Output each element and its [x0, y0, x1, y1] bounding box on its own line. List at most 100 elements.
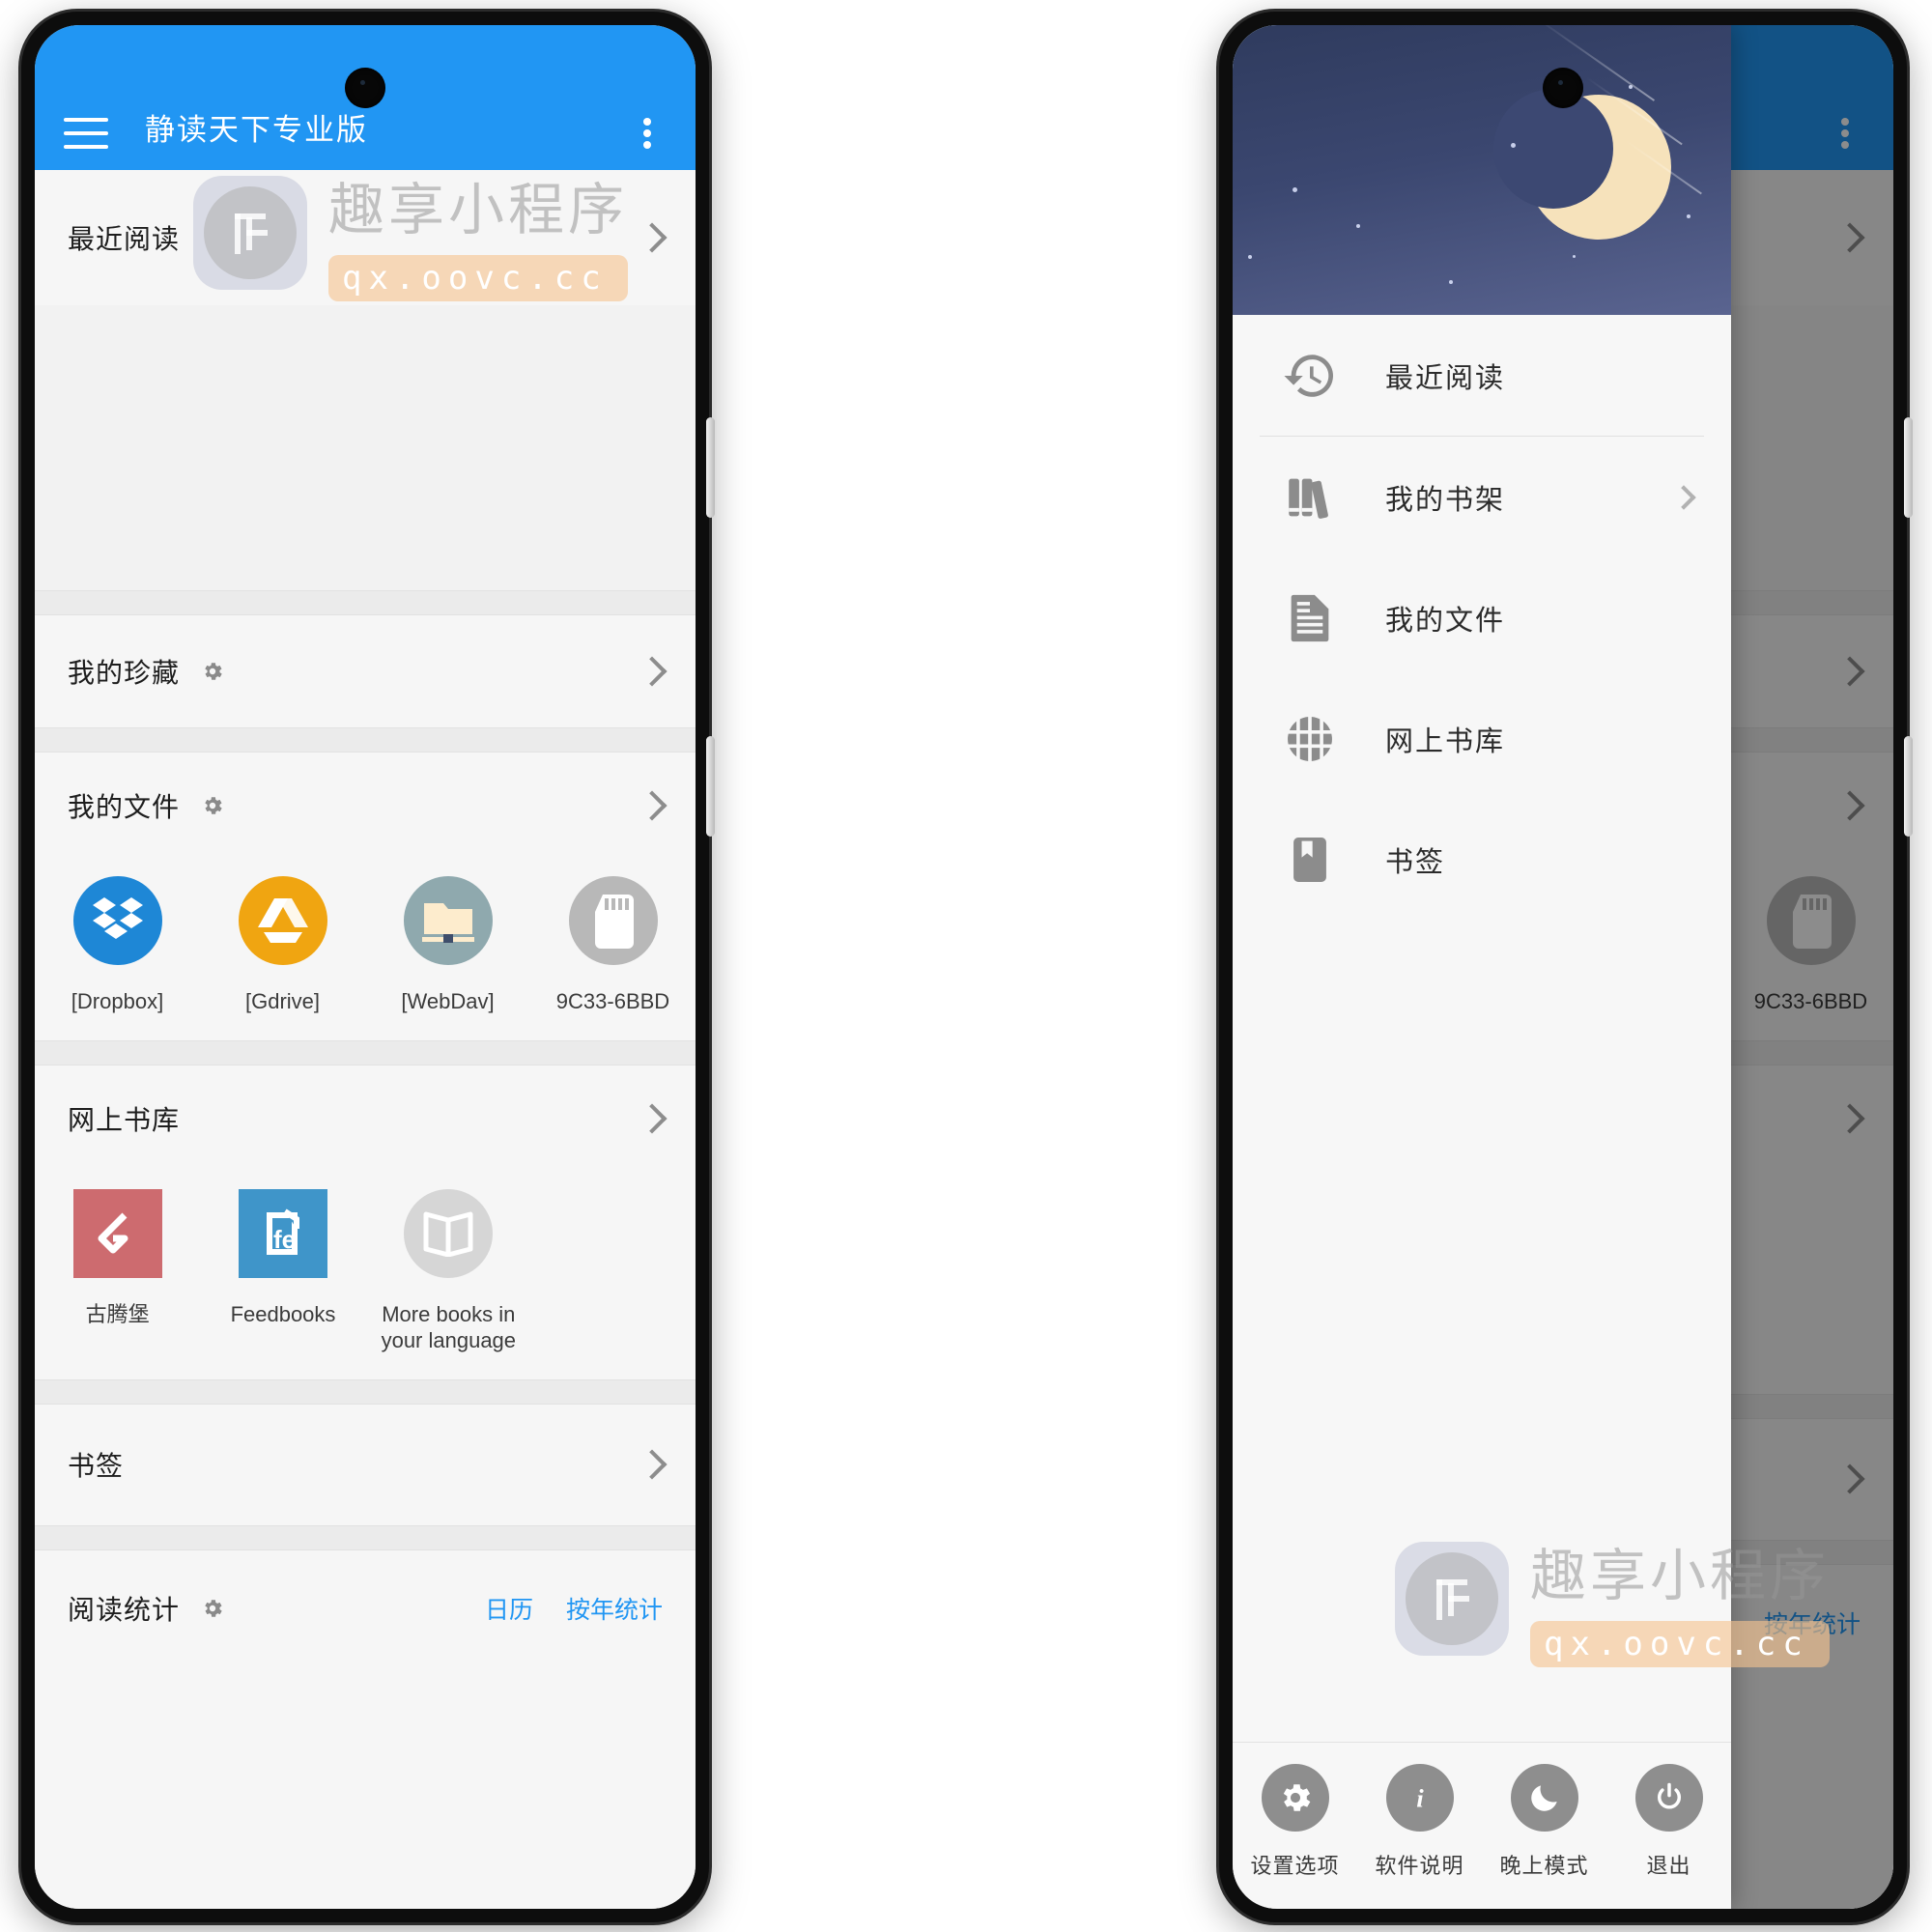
menu-icon[interactable]	[64, 118, 108, 149]
sdcard-icon	[568, 876, 658, 965]
moon-illustration	[1493, 89, 1671, 240]
section-divider	[35, 590, 696, 615]
section-title: 我的文件	[68, 792, 181, 822]
chevron-right-icon	[637, 790, 668, 821]
drawer-spacer	[1233, 920, 1731, 1742]
drawer-item-label: 最近阅读	[1385, 362, 1506, 394]
tile-label: 古腾堡	[85, 1301, 150, 1326]
front-camera	[1543, 68, 1583, 108]
page-title: 静读天下专业版	[145, 113, 368, 147]
chevron-right-icon	[637, 656, 668, 687]
main-content: 最近阅读 我的珍藏 我的文件	[35, 170, 696, 1909]
library-tile[interactable]: More books in your language	[366, 1188, 531, 1354]
phone-left-screen: 静读天下专业版 最近阅读 我的珍藏 我的文件 [Dropbox] [Gdrive…	[35, 25, 696, 1909]
section-title: 网上书库	[68, 1104, 181, 1135]
feedbooks-icon: fe	[238, 1188, 327, 1278]
drawer-item-recent-reading[interactable]: 最近阅读	[1233, 315, 1731, 436]
section-bookmarks[interactable]: 书签	[35, 1404, 696, 1525]
drawer-item-label: 我的文件	[1385, 605, 1506, 637]
gear-icon	[1261, 1764, 1329, 1832]
section-divider	[35, 1378, 696, 1405]
section-my-collection[interactable]: 我的珍藏	[35, 615, 696, 727]
drawer-item-label: 我的书架	[1385, 484, 1506, 516]
volume-up-button[interactable]	[706, 417, 715, 518]
globe-icon	[1279, 708, 1341, 770]
tile-label: [Dropbox]	[71, 989, 164, 1013]
drawer-bottom-toolbar: 设置选项 i 软件说明 晚上模式 退出	[1233, 1742, 1731, 1909]
overflow-menu-icon[interactable]	[628, 118, 667, 149]
power-icon	[1634, 1764, 1703, 1832]
moon-icon	[1510, 1764, 1578, 1832]
volume-up-button[interactable]	[1904, 417, 1913, 518]
power-side-button[interactable]	[706, 736, 715, 837]
chevron-right-icon	[637, 1102, 668, 1134]
tile-label: 9C33-6BBD	[555, 989, 670, 1013]
drawer-button-night-mode[interactable]: 晚上模式	[1482, 1764, 1606, 1880]
info-icon: i	[1385, 1764, 1454, 1832]
library-tile[interactable]: fe Feedbooks	[200, 1188, 365, 1354]
tile-label: [WebDav]	[401, 989, 495, 1013]
drawer-item-label: 书签	[1385, 846, 1446, 878]
drawer-item-label: 网上书库	[1385, 725, 1506, 757]
file-source-tile[interactable]: [WebDav]	[365, 876, 530, 1015]
drawer-item-my-files[interactable]: 我的文件	[1233, 557, 1731, 678]
drawer-button-label: 退出	[1646, 1854, 1691, 1878]
file-source-tile[interactable]: [Dropbox]	[35, 876, 200, 1015]
section-divider	[35, 1039, 696, 1065]
section-recent-reading[interactable]: 最近阅读	[35, 170, 696, 305]
file-source-tile[interactable]: [Gdrive]	[200, 876, 365, 1015]
dropbox-icon	[72, 876, 162, 965]
drawer-button-exit[interactable]: 退出	[1606, 1764, 1731, 1880]
drawer-button-about[interactable]: i 软件说明	[1357, 1764, 1482, 1880]
chevron-right-icon	[637, 222, 668, 253]
drawer-item-online-library[interactable]: 网上书库	[1233, 678, 1731, 799]
drawer-menu: 最近阅读 我的书架 我的文件 网上书库 书签	[1233, 315, 1731, 920]
library-sources-row: 古腾堡 fe Feedbooks More books in your lang…	[35, 1171, 696, 1379]
front-camera	[345, 68, 385, 108]
power-side-button[interactable]	[1904, 736, 1913, 837]
open-book-icon	[404, 1188, 494, 1278]
drawer-button-label: 晚上模式	[1499, 1854, 1589, 1878]
section-online-library[interactable]: 网上书库	[35, 1065, 696, 1172]
section-title: 阅读统计	[68, 1594, 181, 1625]
tile-label: Feedbooks	[230, 1301, 336, 1326]
section-reading-stats[interactable]: 阅读统计 日历 按年统计	[35, 1549, 696, 1666]
library-tile[interactable]: 古腾堡	[35, 1188, 200, 1354]
phone-right: 静读天下专业版 最近阅读 我的珍藏 我的文件	[1219, 12, 1913, 1922]
google-drive-icon	[238, 876, 327, 965]
drawer-button-settings[interactable]: 设置选项	[1233, 1764, 1357, 1880]
section-title: 最近阅读	[68, 224, 181, 254]
tile-label: [Gdrive]	[244, 989, 321, 1013]
svg-text:i: i	[1416, 1784, 1424, 1813]
bookmark-icon	[1279, 829, 1341, 891]
drawer-item-my-bookshelf[interactable]: 我的书架	[1233, 437, 1731, 557]
drawer-button-label: 设置选项	[1250, 1854, 1340, 1878]
gear-icon[interactable]	[201, 1597, 224, 1620]
chevron-right-icon	[637, 1449, 668, 1480]
gear-icon[interactable]	[201, 794, 224, 817]
phone-right-screen: 静读天下专业版 最近阅读 我的珍藏 我的文件	[1233, 25, 1893, 1909]
webdav-folder-icon	[403, 876, 493, 965]
drawer-button-label: 软件说明	[1375, 1854, 1464, 1878]
file-source-tile[interactable]: 9C33-6BBD	[530, 876, 696, 1015]
document-icon	[1279, 587, 1341, 649]
gutenberg-icon	[72, 1188, 162, 1278]
section-my-files[interactable]: 我的文件	[35, 753, 696, 859]
section-title: 我的珍藏	[68, 658, 181, 688]
section-divider	[35, 727, 696, 753]
history-clock-icon	[1279, 345, 1341, 407]
svg-text:fe: fe	[273, 1225, 296, 1254]
calendar-link[interactable]: 日历	[485, 1591, 533, 1626]
drawer-item-bookmarks[interactable]: 书签	[1233, 799, 1731, 920]
section-title: 书签	[68, 1451, 125, 1481]
drawer-header-image	[1233, 25, 1731, 315]
gear-icon[interactable]	[201, 660, 224, 683]
tile-label: More books in your language	[381, 1301, 517, 1353]
yearly-stats-link[interactable]: 按年统计	[566, 1591, 663, 1626]
chevron-right-icon	[1671, 484, 1696, 510]
section-divider	[35, 1524, 696, 1550]
phone-left: 静读天下专业版 最近阅读 我的珍藏 我的文件 [Dropbox] [Gdrive…	[21, 12, 715, 1922]
file-sources-row: [Dropbox] [Gdrive] [WebDav] 9C33-6BBD	[35, 859, 696, 1040]
recent-reading-empty-area	[35, 305, 696, 590]
navigation-drawer: 最近阅读 我的书架 我的文件 网上书库 书签 设置选项 i 软件说明 晚上模式 …	[1233, 25, 1731, 1909]
